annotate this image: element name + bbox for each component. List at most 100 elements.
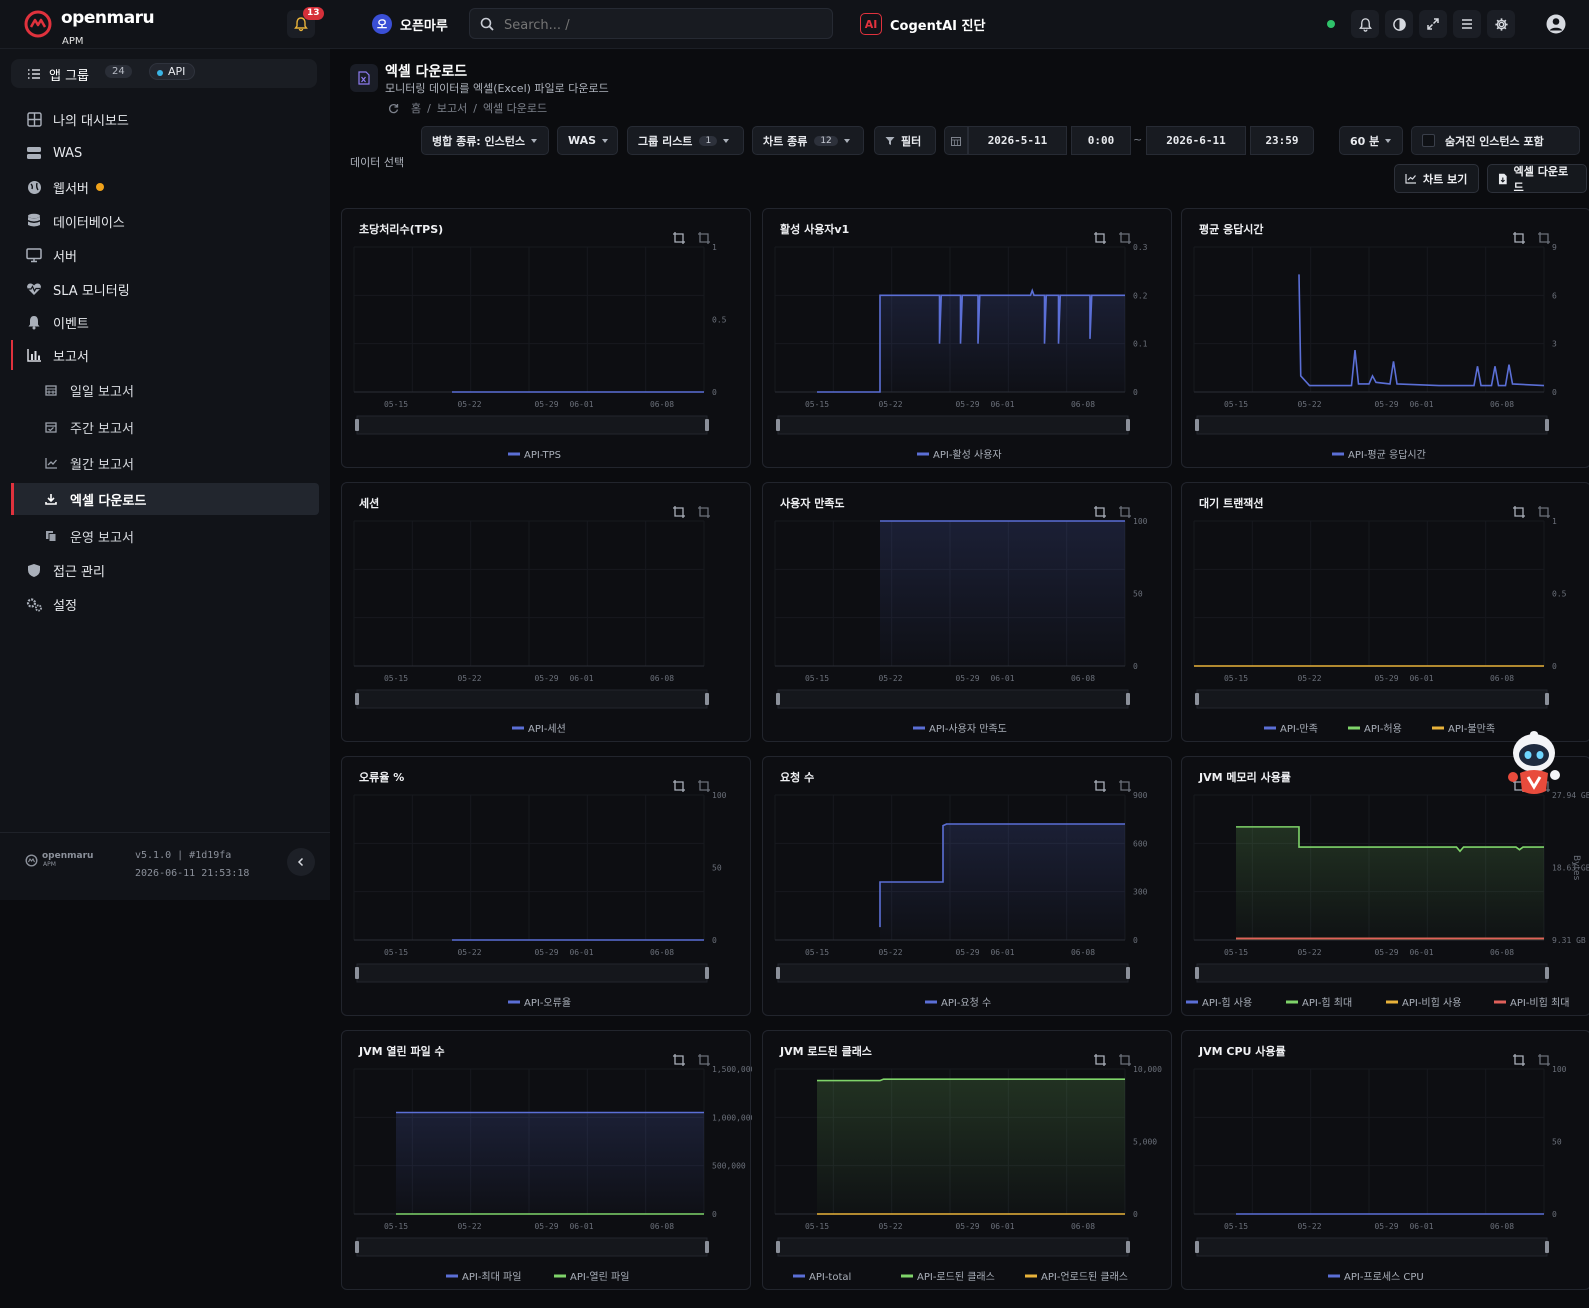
zoom-slider-track[interactable] bbox=[356, 415, 708, 435]
zoom-slider-handle[interactable] bbox=[776, 1241, 780, 1253]
alerts-button[interactable] bbox=[1351, 10, 1379, 38]
reset-zoom-button[interactable] bbox=[697, 779, 711, 797]
merge-type-select[interactable]: 병합 종류: 인스턴스 bbox=[421, 126, 549, 155]
zoom-slider-track[interactable] bbox=[356, 1237, 708, 1257]
legend-label[interactable]: API-로드된 클래스 bbox=[917, 1271, 995, 1283]
app-group-selector[interactable]: 앱 그룹 24 API bbox=[11, 59, 317, 88]
zoom-slider-handle[interactable] bbox=[705, 967, 709, 979]
zoom-slider-track[interactable] bbox=[1196, 1237, 1548, 1257]
zoom-slider-track[interactable] bbox=[777, 963, 1129, 983]
zoom-slider-handle[interactable] bbox=[1545, 419, 1549, 431]
zoom-area-button[interactable] bbox=[1093, 779, 1107, 797]
legend-label[interactable]: API-언로드된 클래스 bbox=[1041, 1271, 1128, 1283]
sidebar-subitem-excel[interactable]: 엑셀 다운로드 bbox=[44, 486, 146, 512]
legend-label[interactable]: API-비힙 사용 bbox=[1402, 997, 1461, 1009]
reset-zoom-button[interactable] bbox=[1118, 779, 1132, 797]
user-avatar-button[interactable] bbox=[1545, 13, 1567, 35]
zoom-area-button[interactable] bbox=[672, 779, 686, 797]
zoom-slider-handle[interactable] bbox=[705, 693, 709, 705]
zoom-slider-handle[interactable] bbox=[1195, 419, 1199, 431]
zoom-area-button[interactable] bbox=[672, 231, 686, 249]
zoom-area-button[interactable] bbox=[1093, 505, 1107, 523]
zoom-area-button[interactable] bbox=[672, 505, 686, 523]
zoom-slider-track[interactable] bbox=[777, 1237, 1129, 1257]
reset-zoom-button[interactable] bbox=[1537, 1053, 1551, 1071]
sidebar-item-webserver[interactable]: 웹서버 bbox=[25, 174, 104, 200]
zoom-slider-handle[interactable] bbox=[1545, 967, 1549, 979]
legend-label[interactable]: API-요청 수 bbox=[941, 997, 991, 1009]
legend-label[interactable]: API-프로세스 CPU bbox=[1344, 1271, 1424, 1283]
reset-zoom-button[interactable] bbox=[697, 231, 711, 249]
hidden-instances-checkbox[interactable] bbox=[1422, 134, 1435, 147]
settings-button[interactable] bbox=[1487, 10, 1515, 38]
zoom-slider-handle[interactable] bbox=[705, 1241, 709, 1253]
zoom-slider-handle[interactable] bbox=[355, 967, 359, 979]
zoom-area-button[interactable] bbox=[1093, 231, 1107, 249]
reset-zoom-button[interactable] bbox=[1118, 231, 1132, 249]
zoom-slider-handle[interactable] bbox=[1126, 967, 1130, 979]
sidebar-item-dashboard[interactable]: 나의 대시보드 bbox=[25, 106, 129, 132]
excel-download-button[interactable]: 엑셀 다운로드 bbox=[1487, 164, 1587, 194]
zoom-slider-handle[interactable] bbox=[355, 419, 359, 431]
collapse-sidebar-button[interactable] bbox=[287, 848, 315, 876]
sidebar-item-sla[interactable]: SLA 모니터링 bbox=[25, 276, 130, 302]
legend-label[interactable]: API-오류율 bbox=[524, 997, 571, 1009]
legend-label[interactable]: API-세션 bbox=[528, 723, 566, 735]
zoom-slider-handle[interactable] bbox=[1126, 419, 1130, 431]
zoom-slider-handle[interactable] bbox=[355, 693, 359, 705]
zoom-slider-track[interactable] bbox=[777, 689, 1129, 709]
reset-zoom-button[interactable] bbox=[697, 505, 711, 523]
zoom-slider-track[interactable] bbox=[1196, 689, 1548, 709]
app-logo[interactable]: openmaru APM bbox=[24, 8, 155, 47]
zoom-slider-track[interactable] bbox=[777, 415, 1129, 435]
zoom-area-button[interactable] bbox=[1093, 1053, 1107, 1071]
legend-label[interactable]: API-total bbox=[809, 1272, 851, 1283]
zoom-area-button[interactable] bbox=[672, 1053, 686, 1071]
legend-label[interactable]: API-활성 사용자 bbox=[933, 448, 1002, 461]
zoom-slider-handle[interactable] bbox=[1126, 1241, 1130, 1253]
zoom-slider-handle[interactable] bbox=[776, 419, 780, 431]
legend-label[interactable]: API-평균 응답시간 bbox=[1348, 449, 1426, 461]
search-input[interactable] bbox=[502, 14, 826, 36]
legend-label[interactable]: API-최대 파일 bbox=[462, 1271, 521, 1283]
zoom-area-button[interactable] bbox=[1512, 231, 1526, 249]
view-chart-button[interactable]: 차트 보기 bbox=[1394, 164, 1479, 193]
sidebar-item-database[interactable]: 데이터베이스 bbox=[25, 208, 125, 234]
refresh-icon[interactable] bbox=[388, 103, 399, 114]
assistant-mascot-button[interactable] bbox=[1504, 729, 1564, 801]
menu-button[interactable] bbox=[1453, 10, 1481, 38]
start-date-input[interactable]: 2026-5-11 bbox=[968, 126, 1067, 155]
cogent-ai-button[interactable]: AI CogentAI 진단 bbox=[860, 12, 985, 36]
zoom-slider-handle[interactable] bbox=[1545, 693, 1549, 705]
reset-zoom-button[interactable] bbox=[1118, 1053, 1132, 1071]
group-list-select[interactable]: 그룹 리스트 1 bbox=[627, 126, 744, 155]
zoom-area-button[interactable] bbox=[1512, 1053, 1526, 1071]
legend-label[interactable]: API-만족 bbox=[1280, 723, 1318, 735]
fullscreen-button[interactable] bbox=[1419, 10, 1447, 38]
zoom-slider-handle[interactable] bbox=[705, 419, 709, 431]
end-time-input[interactable]: 23:59 bbox=[1250, 126, 1314, 155]
sidebar-item-events[interactable]: 이벤트 bbox=[25, 309, 89, 335]
zoom-area-button[interactable] bbox=[1512, 505, 1526, 523]
calendar-button[interactable] bbox=[944, 126, 968, 155]
zoom-slider-handle[interactable] bbox=[1195, 1241, 1199, 1253]
end-date-input[interactable]: 2026-6-11 bbox=[1146, 126, 1246, 155]
legend-label[interactable]: API-TPS bbox=[524, 450, 561, 461]
legend-label[interactable]: API-힙 최대 bbox=[1302, 997, 1352, 1009]
zoom-slider-track[interactable] bbox=[1196, 963, 1548, 983]
sidebar-item-was[interactable]: WAS bbox=[25, 140, 82, 166]
zoom-slider-handle[interactable] bbox=[776, 967, 780, 979]
sidebar-subitem-monthly[interactable]: 월간 보고서 bbox=[44, 450, 134, 476]
legend-label[interactable]: API-힙 사용 bbox=[1202, 997, 1252, 1009]
legend-label[interactable]: API-사용자 만족도 bbox=[929, 723, 1007, 735]
zoom-slider-handle[interactable] bbox=[1195, 693, 1199, 705]
reset-zoom-button[interactable] bbox=[1537, 231, 1551, 249]
chart-type-select[interactable]: 차트 종류 12 bbox=[752, 126, 864, 155]
org-switcher[interactable]: 오 오픈마루 bbox=[372, 13, 448, 35]
interval-select[interactable]: 60 분 bbox=[1339, 126, 1403, 155]
zoom-slider-track[interactable] bbox=[356, 963, 708, 983]
sidebar-item-server[interactable]: 서버 bbox=[25, 242, 77, 268]
search-box[interactable] bbox=[469, 8, 833, 39]
zoom-slider-handle[interactable] bbox=[355, 1241, 359, 1253]
zoom-slider-handle[interactable] bbox=[1545, 1241, 1549, 1253]
